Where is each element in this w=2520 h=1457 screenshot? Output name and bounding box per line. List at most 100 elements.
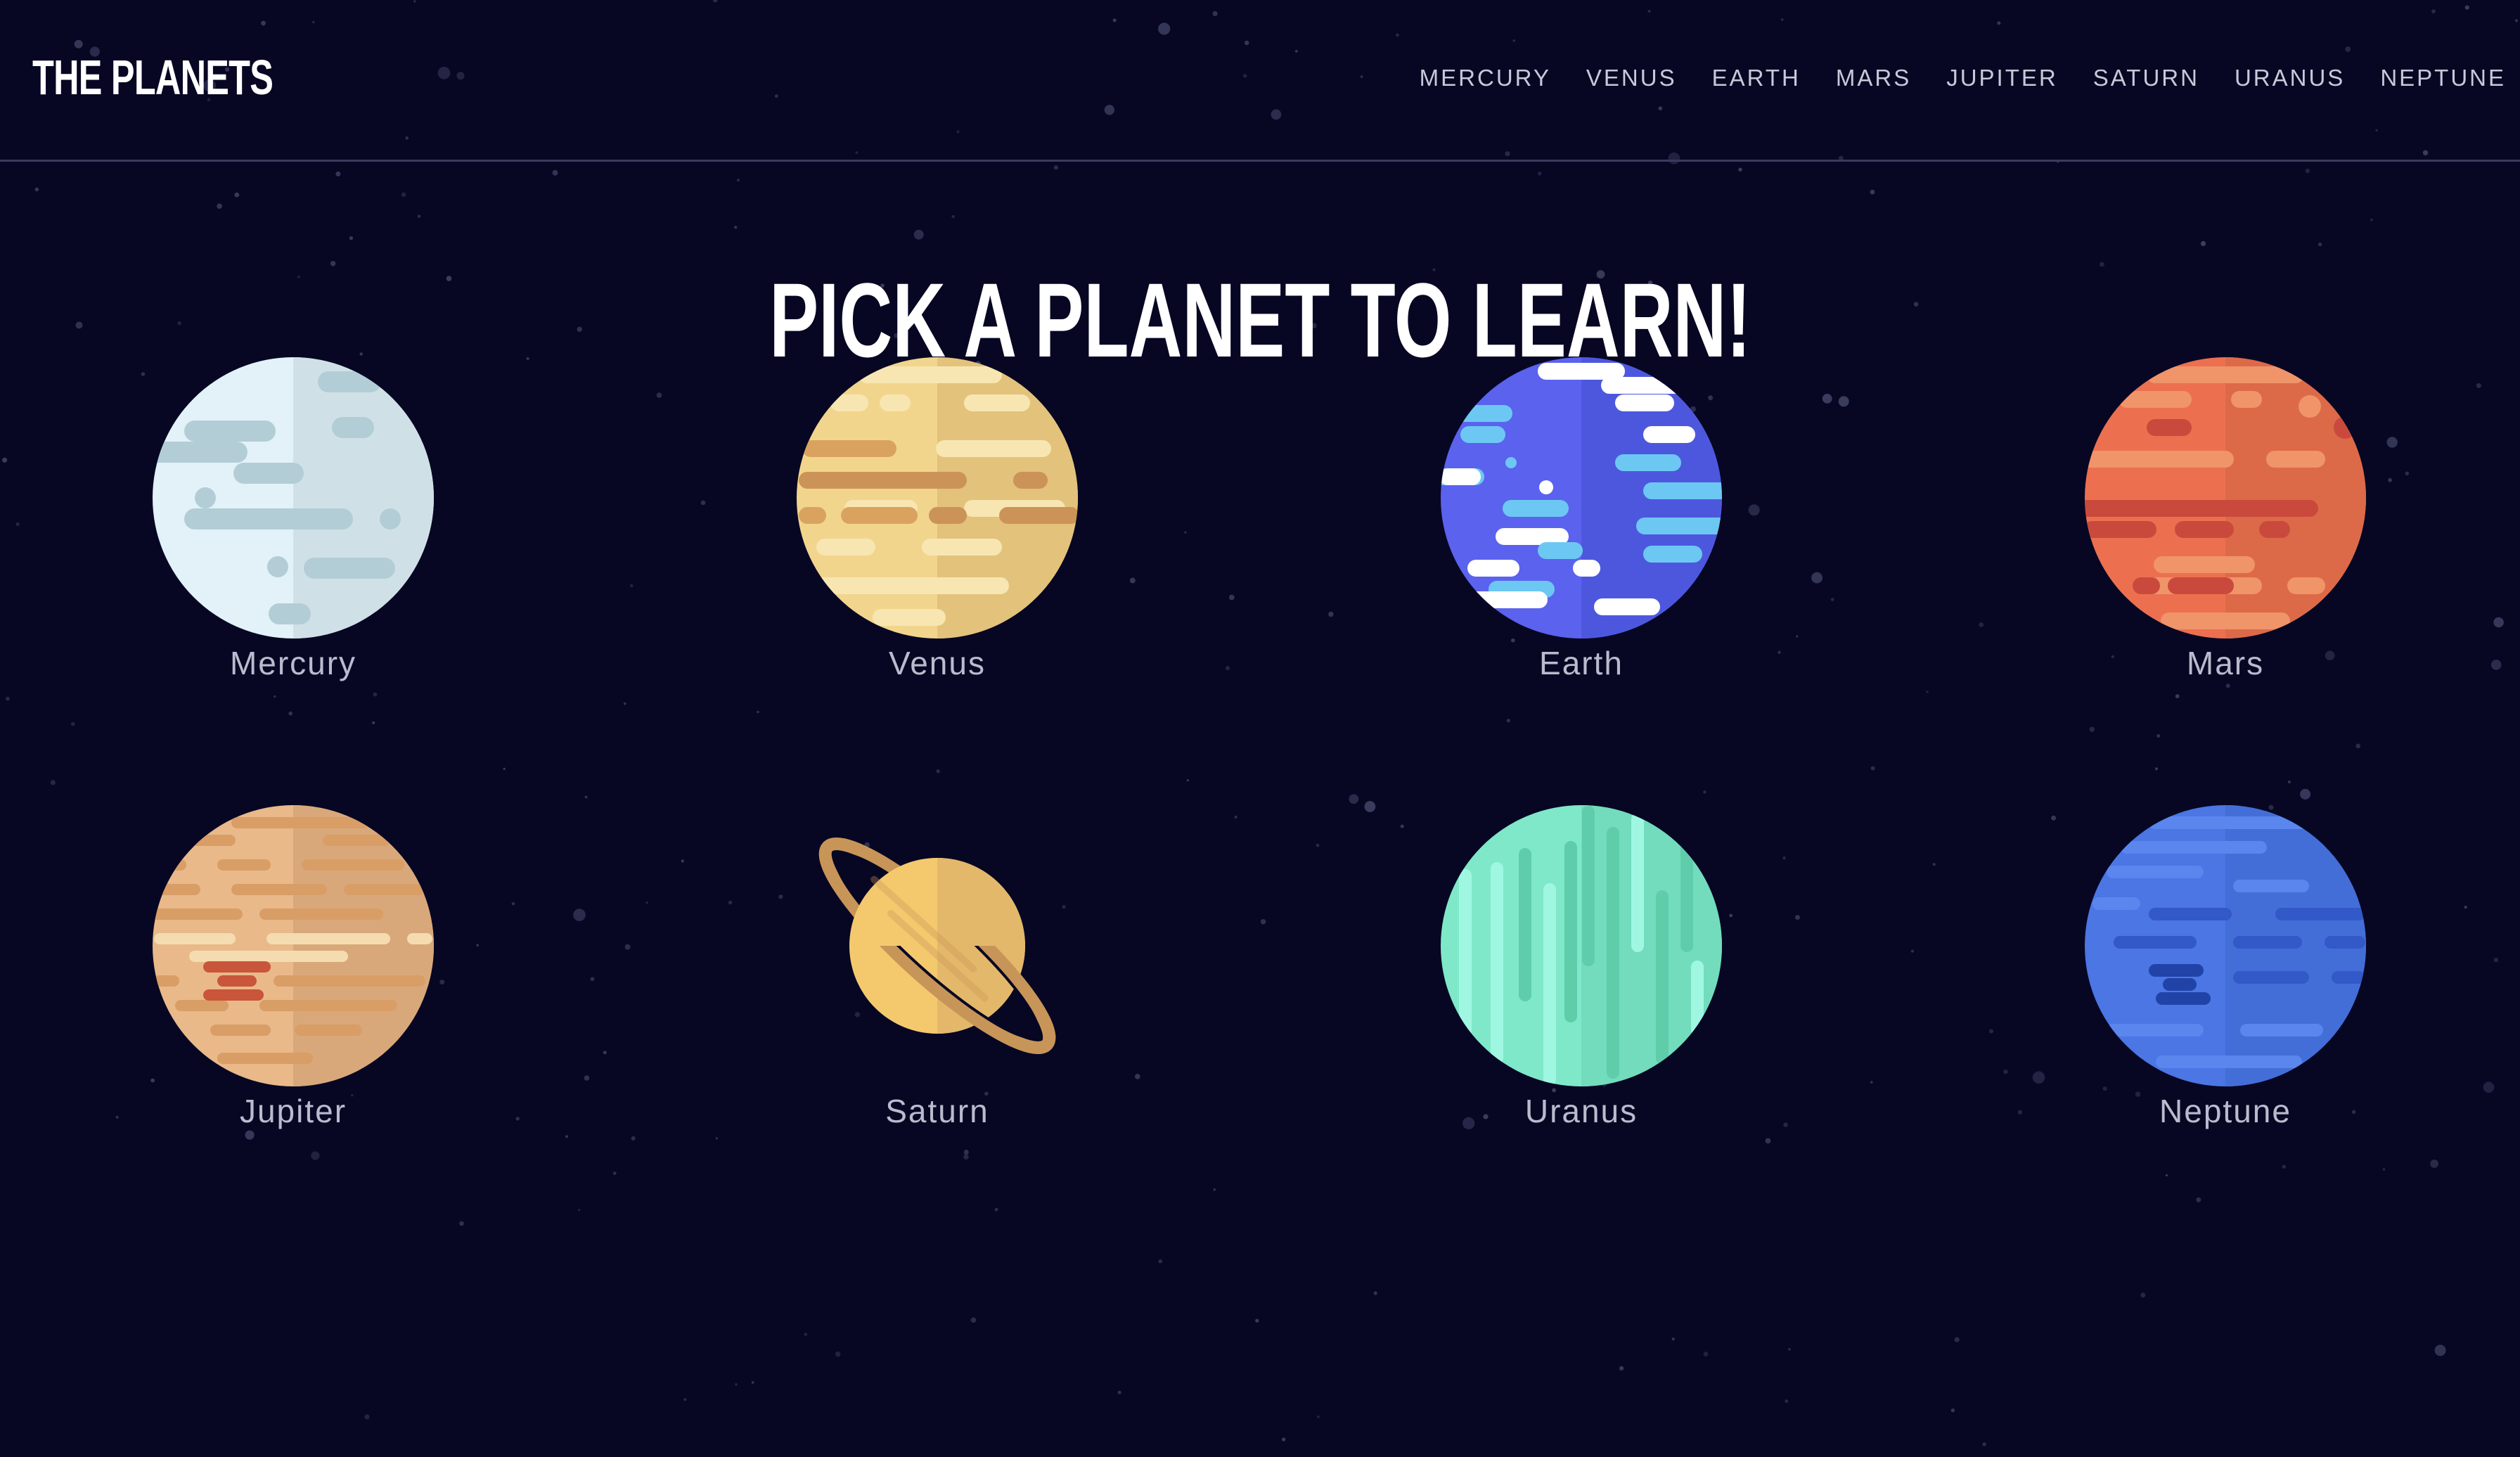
nav-link-venus[interactable]: VENUS — [1586, 65, 1677, 91]
star — [335, 171, 341, 176]
star — [552, 169, 558, 176]
star — [970, 1317, 977, 1323]
star — [2287, 780, 2291, 784]
star — [1954, 1337, 1960, 1342]
star — [1932, 863, 1936, 866]
star — [630, 584, 634, 588]
nav-link-saturn[interactable]: SATURN — [2093, 65, 2199, 91]
star — [1838, 396, 1849, 407]
star — [804, 1333, 808, 1336]
star — [1926, 691, 1929, 693]
nav-link-earth[interactable]: EARTH — [1712, 65, 1801, 91]
planet-label-mars: Mars — [2186, 645, 2265, 681]
site-logo[interactable]: THE PLANETS — [32, 49, 274, 105]
nav-link-uranus[interactable]: URANUS — [2235, 65, 2345, 91]
star — [1234, 815, 1238, 819]
starfield-background — [2, 0, 2518, 1446]
planet-card-venus[interactable]: Venus — [726, 357, 1148, 723]
star — [1117, 1390, 1121, 1394]
star — [1349, 794, 1359, 804]
nav-link-jupiter[interactable]: JUPITER — [1946, 65, 2058, 91]
nav-link-mercury[interactable]: MERCURY — [1420, 65, 1551, 91]
star — [631, 1136, 636, 1141]
star — [1282, 1437, 1286, 1442]
star — [936, 769, 940, 774]
planet-card-jupiter[interactable]: Jupiter — [82, 805, 504, 1171]
star — [1982, 1442, 1986, 1446]
venus-icon — [797, 357, 1078, 638]
star — [2370, 218, 2373, 222]
star — [2493, 617, 2504, 628]
star — [503, 767, 506, 770]
star — [1796, 635, 1799, 638]
star — [217, 203, 222, 210]
star — [1738, 167, 1742, 172]
star — [1822, 394, 1832, 404]
star — [511, 901, 515, 906]
star — [1870, 1081, 1873, 1084]
star — [2318, 242, 2322, 247]
planet-card-mars[interactable]: Mars — [2014, 357, 2436, 723]
star — [2156, 734, 2161, 738]
star — [1373, 1291, 1377, 1295]
star — [2305, 168, 2310, 174]
planet-label-uranus: Uranus — [1524, 1093, 1638, 1129]
nav-link-mars[interactable]: MARS — [1836, 65, 1911, 91]
star — [2155, 767, 2158, 771]
neptune-icon — [2085, 805, 2366, 1086]
star — [1316, 843, 1320, 847]
star — [1870, 189, 1875, 195]
star — [1950, 1408, 1955, 1413]
star — [2300, 788, 2311, 800]
nav-link-neptune[interactable]: NEPTUNE — [2380, 65, 2506, 91]
star — [715, 1137, 719, 1140]
star — [624, 944, 631, 950]
star — [2355, 743, 2361, 749]
planet-card-earth[interactable]: Earth — [1370, 357, 1792, 723]
site-header: THE PLANETS MERCURY VENUS EARTH MARS JUP… — [0, 0, 2520, 162]
saturn-icon — [818, 837, 1056, 1054]
star — [1830, 598, 1834, 601]
planet-card-mercury[interactable]: Mercury — [82, 357, 504, 723]
star — [401, 192, 406, 197]
star — [578, 1209, 581, 1212]
star — [2464, 906, 2467, 909]
star — [2483, 1081, 2495, 1093]
star — [1811, 572, 1823, 584]
star — [835, 1351, 841, 1357]
star — [994, 1207, 998, 1212]
mars-icon — [2085, 357, 2366, 638]
star — [70, 721, 75, 726]
star — [1255, 1318, 1259, 1323]
planet-label-neptune: Neptune — [2159, 1093, 2291, 1129]
star — [913, 229, 924, 240]
star — [623, 702, 626, 705]
star — [751, 1381, 754, 1384]
star — [2165, 1174, 2168, 1176]
star — [1795, 915, 1800, 920]
star — [573, 909, 586, 921]
main-nav: MERCURY VENUS EARTH MARS JUPITER SATURN … — [1384, 65, 2506, 91]
star — [2089, 726, 2095, 732]
star — [584, 795, 588, 799]
earth-icon — [1441, 357, 1722, 638]
star — [364, 1414, 370, 1420]
star — [951, 215, 955, 219]
star — [1703, 790, 1706, 794]
planet-card-neptune[interactable]: Neptune — [2014, 805, 2436, 1171]
star — [1619, 1366, 1624, 1371]
star — [1910, 949, 1914, 953]
star — [459, 1221, 464, 1226]
planet-card-uranus[interactable]: Uranus — [1370, 805, 1792, 1171]
star — [2003, 1070, 2008, 1074]
star — [515, 1117, 520, 1121]
star — [1870, 766, 1875, 771]
star — [656, 392, 662, 398]
star — [2434, 1344, 2446, 1356]
star — [1226, 666, 1230, 671]
planet-card-saturn[interactable]: Saturn — [726, 805, 1148, 1171]
star — [2490, 660, 2502, 670]
star — [1671, 1337, 1675, 1341]
star — [603, 1051, 607, 1055]
star — [612, 1172, 617, 1175]
